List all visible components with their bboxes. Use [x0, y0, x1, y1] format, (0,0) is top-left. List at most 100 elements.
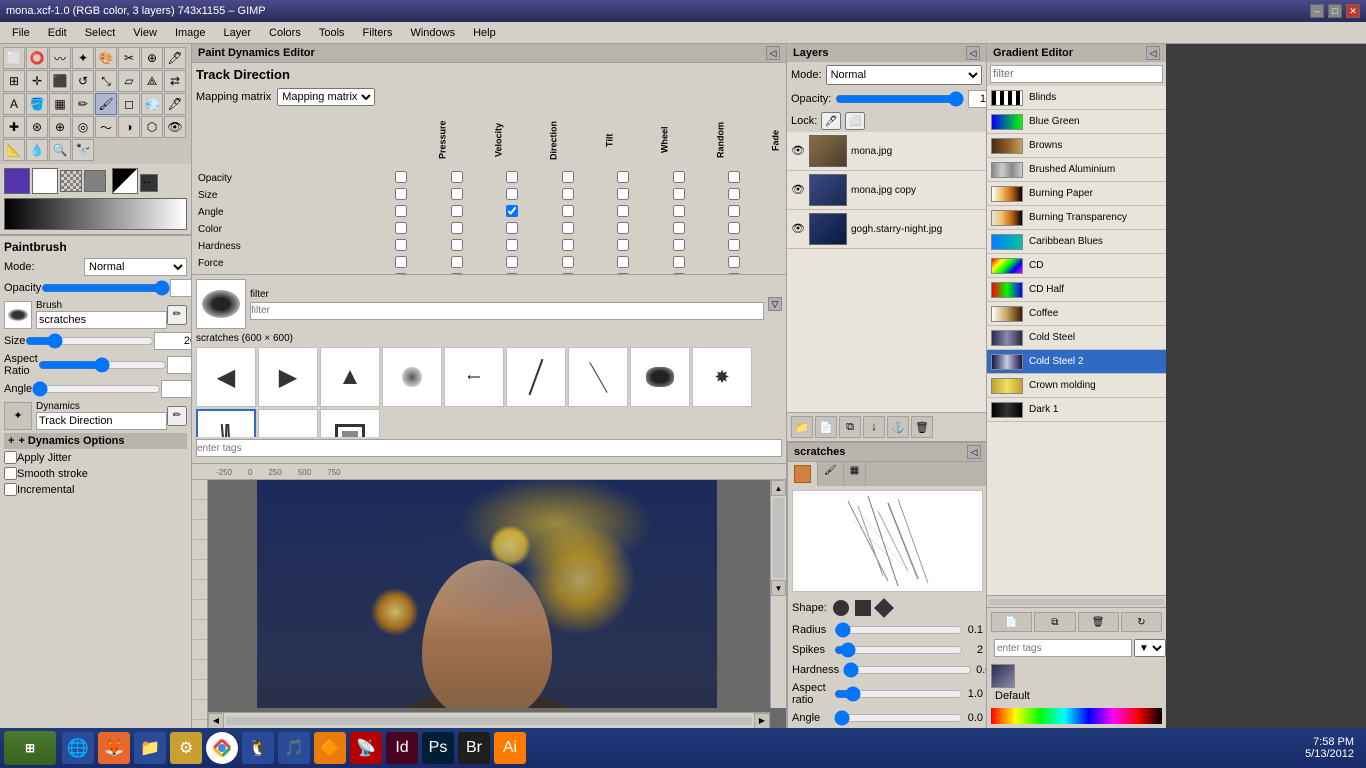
start-button[interactable]: ⊞ — [4, 731, 56, 765]
taskbar-media-icon[interactable]: 🎵 — [278, 732, 310, 764]
scroll-thumb-h[interactable] — [226, 717, 752, 725]
menu-tools[interactable]: Tools — [311, 25, 353, 41]
layer-item-copy[interactable]: 👁 mona.jpg copy — [787, 171, 986, 210]
mapping-select[interactable]: Mapping matrix — [277, 88, 375, 106]
canvas-scroll-vertical[interactable]: ▲ ▼ — [770, 480, 786, 708]
opacity-tilt[interactable] — [562, 171, 574, 183]
size-random[interactable] — [673, 188, 685, 200]
tool-measure[interactable]: 📐 — [3, 139, 25, 161]
tab-color-bucket[interactable] — [788, 462, 818, 486]
taskbar-blender-icon[interactable]: 🔶 — [314, 732, 346, 764]
brush-edit-button[interactable]: ✏ — [167, 305, 187, 325]
angle-direction[interactable] — [506, 205, 518, 217]
tool-crop[interactable]: ⬛ — [49, 70, 71, 92]
tab-pattern[interactable]: ▦ — [844, 462, 866, 486]
color-velocity[interactable] — [451, 222, 463, 234]
gradient-tags-input[interactable] — [994, 639, 1132, 657]
tool-desaturate[interactable]: ⬡ — [141, 116, 163, 138]
taskbar-penguin-icon[interactable]: 🐧 — [242, 732, 274, 764]
brush-thumb-splatter[interactable]: · · · — [258, 409, 318, 437]
gradient-item-cd[interactable]: CD — [987, 254, 1166, 278]
tool-text[interactable]: A — [3, 93, 25, 115]
taskbar-settings-icon[interactable]: ⚙ — [170, 732, 202, 764]
hardness-pressure[interactable] — [395, 239, 407, 251]
scroll-thumb-v[interactable] — [773, 498, 784, 578]
tool-color-select[interactable]: 🎨 — [95, 47, 117, 69]
minimize-button[interactable]: – — [1310, 4, 1324, 18]
gradient-item-blinds[interactable]: Blinds — [987, 86, 1166, 110]
opacity-value[interactable] — [170, 279, 191, 297]
dynamics-options-header[interactable]: + + Dynamics Options — [4, 433, 187, 449]
menu-colors[interactable]: Colors — [261, 25, 309, 41]
spikes-slider[interactable] — [834, 642, 963, 658]
opacity-random[interactable] — [673, 171, 685, 183]
menu-help[interactable]: Help — [465, 25, 504, 41]
apply-jitter-checkbox[interactable] — [4, 451, 17, 464]
menu-edit[interactable]: Edit — [40, 25, 75, 41]
new-layer-button[interactable]: 📄 — [815, 416, 837, 438]
tool-rotate[interactable]: ↺ — [72, 70, 94, 92]
brush-thumb-star[interactable]: ✸ — [692, 347, 752, 407]
tool-shear[interactable]: ▱ — [118, 70, 140, 92]
layers-mode-select[interactable]: Normal — [826, 65, 982, 85]
hardness-wheel[interactable] — [617, 239, 629, 251]
brush-thumb-blob[interactable] — [630, 347, 690, 407]
radius-slider[interactable] — [834, 622, 963, 638]
tool-fuzzy-select[interactable]: ✦ — [72, 47, 94, 69]
tool-color-picker[interactable]: 💧 — [26, 139, 48, 161]
gradient-tags-select[interactable]: ▼ — [1134, 639, 1166, 657]
tool-eraser[interactable]: ◻ — [118, 93, 140, 115]
tool-smudge[interactable]: 〜 — [95, 116, 117, 138]
smooth-stroke-checkbox[interactable] — [4, 467, 17, 480]
tool-zoom[interactable]: 🔭 — [72, 139, 94, 161]
menu-file[interactable]: File — [4, 25, 38, 41]
canvas-scroll-horizontal[interactable]: ◀ ▶ — [208, 712, 770, 728]
dynamics-collapse-button[interactable]: ◁ — [766, 46, 780, 60]
gradient-item-burning-trans[interactable]: Burning Transparency — [987, 206, 1166, 230]
tool-heal[interactable]: ✚ — [3, 116, 25, 138]
angle-velocity[interactable] — [451, 205, 463, 217]
gradient-filter-input[interactable] — [990, 65, 1163, 83]
size-slider[interactable] — [25, 333, 154, 349]
menu-windows[interactable]: Windows — [402, 25, 463, 41]
gradient-collapse[interactable]: ◁ — [1146, 46, 1160, 60]
tool-foreground-select[interactable]: ⊕ — [141, 47, 163, 69]
layers-opacity-slider[interactable] — [835, 91, 964, 107]
angle-slider[interactable] — [32, 381, 161, 397]
brush-input[interactable] — [36, 311, 167, 329]
gradient-item-crown[interactable]: Crown molding — [987, 374, 1166, 398]
brush-filter-input[interactable] — [250, 302, 764, 320]
opacity-fade[interactable] — [728, 171, 740, 183]
menu-view[interactable]: View — [125, 25, 165, 41]
gradient-item-browns[interactable]: Browns — [987, 134, 1166, 158]
opacity-pressure[interactable] — [395, 171, 407, 183]
size-fade[interactable] — [728, 188, 740, 200]
size-value[interactable] — [154, 332, 191, 350]
tool-scale[interactable]: ⤡ — [95, 70, 117, 92]
layer-eye-copy[interactable]: 👁 — [791, 183, 805, 197]
angle-fade[interactable] — [728, 205, 740, 217]
layer-item-mona[interactable]: 👁 mona.jpg — [787, 132, 986, 171]
gradient-item-cold-steel[interactable]: Cold Steel — [987, 326, 1166, 350]
brush-thumb-arrow-left[interactable]: ◀ — [196, 347, 256, 407]
gradient-swatch[interactable] — [84, 170, 106, 192]
merge-down-button[interactable]: ↓ — [863, 416, 885, 438]
gradient-scroll-thumb[interactable] — [989, 599, 1164, 605]
scroll-left-button[interactable]: ◀ — [208, 713, 224, 729]
menu-layer[interactable]: Layer — [216, 25, 260, 41]
gradient-item-blue-green[interactable]: Blue Green — [987, 110, 1166, 134]
tool-free-select[interactable]: 〰 — [49, 47, 71, 69]
force-fade[interactable] — [728, 256, 740, 268]
lock-alpha-button[interactable]: ⬜ — [845, 112, 865, 130]
shape-diamond-button[interactable] — [874, 598, 894, 618]
tool-move[interactable]: ✛ — [26, 70, 48, 92]
tool-blur-sharpen[interactable]: ◎ — [72, 116, 94, 138]
menu-image[interactable]: Image — [167, 25, 214, 41]
tool-pencil[interactable]: ✏ — [72, 93, 94, 115]
tool-scissors[interactable]: ✂ — [118, 47, 140, 69]
tool-red-eye[interactable]: 👁 — [164, 116, 186, 138]
dynamics-edit-button[interactable]: ✏ — [167, 406, 187, 426]
scroll-down-button[interactable]: ▼ — [771, 580, 786, 596]
gradient-scrollbar[interactable] — [987, 595, 1166, 607]
gradient-delete-button[interactable]: 🗑 — [1078, 612, 1119, 632]
